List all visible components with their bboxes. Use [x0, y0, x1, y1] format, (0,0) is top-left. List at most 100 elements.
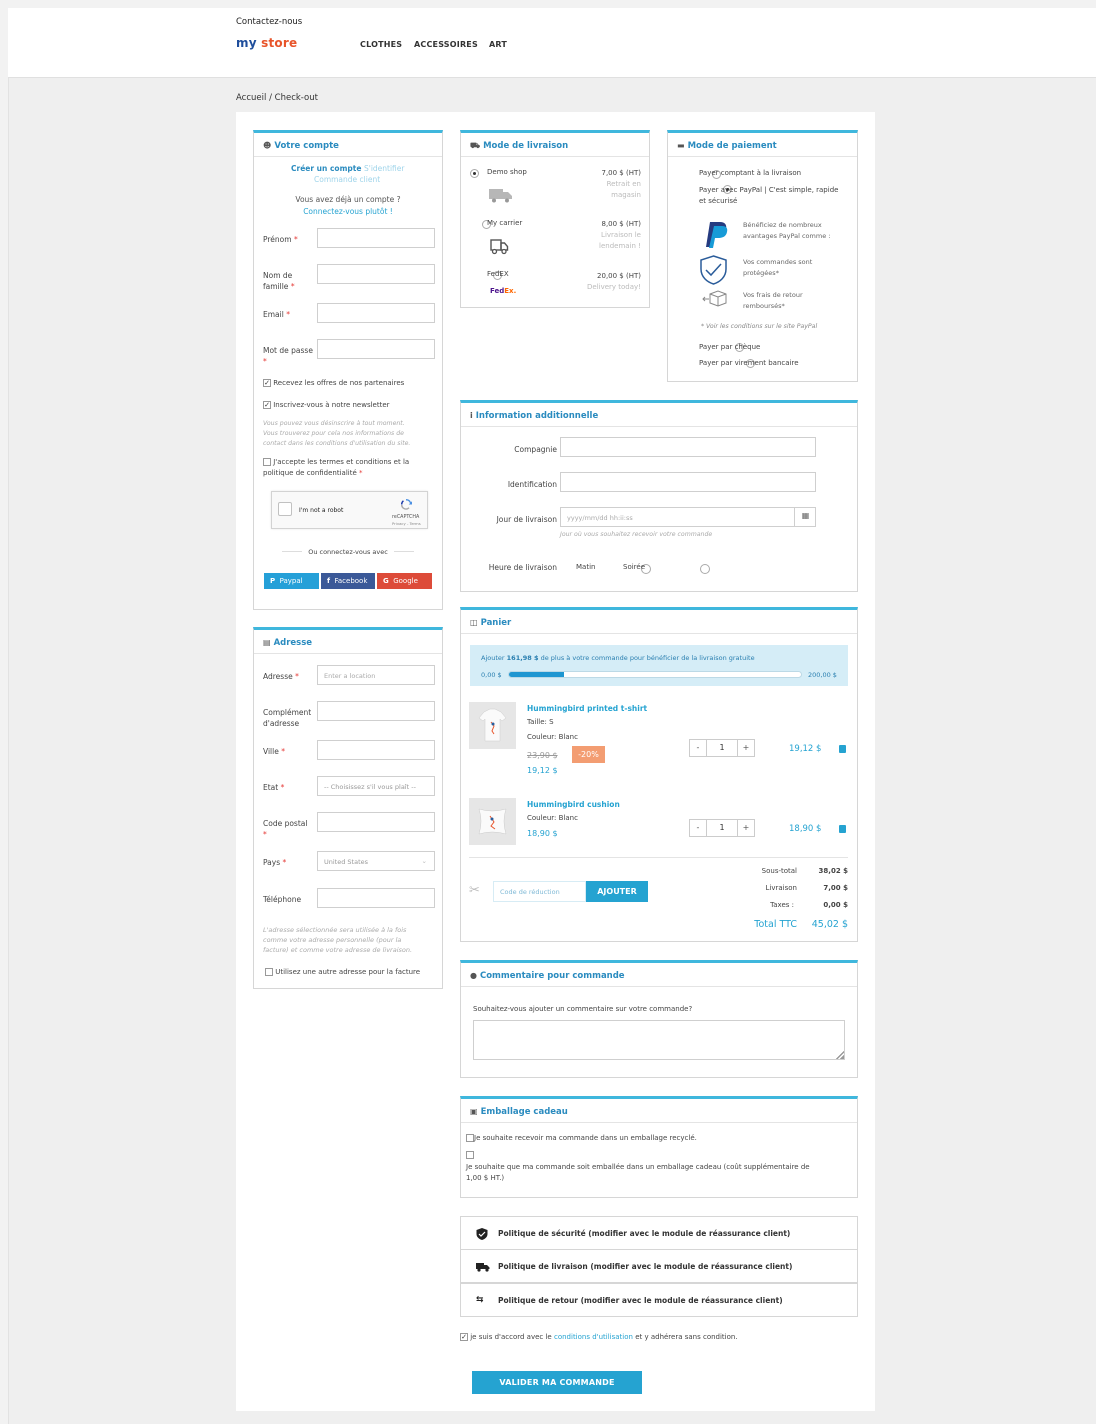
gift-wrap-label-line1: Je souhaite que ma commande soit emballé… [466, 1163, 810, 1171]
product-image-cushion[interactable] [469, 798, 516, 845]
phone-label: Téléphone [263, 895, 302, 904]
agree-text-post: et y adhérera sans condition. [635, 1333, 738, 1341]
facebook-login-button[interactable]: f Facebook [321, 573, 375, 589]
newsletter-checkbox[interactable]: ✓ [263, 401, 271, 409]
qty-plus-button[interactable]: + [738, 740, 754, 756]
carrier-name-fedex: FedEX [487, 270, 509, 278]
quantity-stepper-tshirt[interactable]: -1 + [689, 739, 755, 757]
terms-row: J'accepte les termes et conditions et la… [263, 457, 409, 479]
quantity-stepper-cushion[interactable]: -1 + [689, 819, 755, 837]
comment-card: ● Commentaire pour commande [460, 960, 858, 1078]
carrier-delay-demo-shop-line2: magasin [611, 191, 641, 199]
tab-create-account[interactable]: Créer un compte [291, 164, 361, 173]
lastname-input[interactable] [317, 264, 435, 284]
company-input[interactable] [560, 437, 816, 457]
account-title: Votre compte [274, 141, 339, 151]
carrier-delay-my-carrier-line1: Livraison le [601, 231, 641, 239]
optin-checkbox[interactable]: ✓ [263, 379, 271, 387]
resize-handle-icon[interactable] [836, 1051, 844, 1059]
terms-checkbox[interactable] [263, 458, 271, 466]
qty-plus-button[interactable]: + [738, 820, 754, 836]
recaptcha-checkbox[interactable] [278, 502, 292, 516]
tab-login[interactable]: S'identifier [364, 164, 404, 173]
identification-input[interactable] [560, 472, 816, 492]
nav-clothes[interactable]: CLOTHES [360, 40, 402, 49]
contact-link[interactable]: Contactez-nous [236, 17, 302, 27]
trash-icon[interactable] [839, 745, 846, 753]
delivery-truck-icon [489, 188, 513, 203]
or-connect-text: Ou connectez-vous avec [308, 548, 388, 556]
scissors-icon: ✂ [469, 883, 480, 898]
recycled-checkbox[interactable] [466, 1134, 474, 1142]
optin-row: ✓ Recevez les offres de nos partenaires [263, 379, 404, 387]
reassurance-security-text: Politique de sécurité (modifier avec le … [498, 1229, 791, 1238]
user-icon: ☻ [263, 141, 272, 150]
trash-icon[interactable] [839, 825, 846, 833]
state-select[interactable]: -- Choisissez s'il vous plaît -- [317, 776, 435, 796]
breadcrumb-home[interactable]: Accueil [236, 93, 266, 103]
store-logo[interactable]: my store [236, 36, 297, 50]
required-mark: * [295, 672, 299, 681]
address-note-line2: comme votre adresse personnelle (pour la [263, 936, 402, 944]
carrier-price-fedex: 20,00 $ (HT) [597, 272, 641, 280]
nav-accessoires[interactable]: ACCESSOIRES [414, 40, 478, 49]
reassurance-return-text: Politique de retour (modifier avec le mo… [498, 1296, 783, 1305]
other-invoice-checkbox[interactable] [265, 968, 273, 976]
address-note-line3: facture) et comme votre adresse de livra… [263, 946, 413, 954]
unsubscribe-note-line3: contact dans les conditions d'utilisatio… [263, 440, 411, 447]
carrier-radio-demo-shop[interactable] [470, 168, 479, 178]
place-order-button[interactable]: VALIDER MA COMMANDE [472, 1371, 642, 1394]
recaptcha-links[interactable]: Privacy - Terms [392, 521, 421, 526]
phone-input[interactable] [317, 888, 435, 908]
product-name-tshirt[interactable]: Hummingbird printed t-shirt [527, 704, 647, 713]
additional-info-title: Information additionnelle [475, 411, 599, 421]
delivery-day-input[interactable]: yyyy/mm/dd hh:ii:ss [560, 507, 816, 527]
optin-label: Recevez les offres de nos partenaires [273, 379, 405, 387]
voucher-add-button[interactable]: AJOUTER [586, 881, 648, 902]
paypal-benefit-3-line1: Vos frais de retour [743, 291, 803, 299]
firstname-label: Prénom * [263, 234, 298, 245]
paypal-login-button[interactable]: P Paypal [264, 573, 319, 589]
complement-input[interactable] [317, 701, 435, 721]
payment-label-cod: Payer comptant à la livraison [699, 169, 802, 177]
address-input[interactable]: Enter a location [317, 665, 435, 685]
qty-minus-button[interactable]: - [690, 740, 706, 756]
tab-guest[interactable]: Commande client [314, 175, 380, 184]
paypal-logo-icon [704, 221, 730, 249]
shipping-cost-label: Livraison [765, 884, 797, 892]
postcode-input[interactable] [317, 812, 435, 832]
paypal-benefit-3-line2: remboursés* [743, 302, 785, 310]
taxes-value: 0,00 $ [823, 901, 848, 909]
firstname-input[interactable] [317, 228, 435, 248]
qty-value[interactable]: 1 [706, 740, 738, 756]
country-select[interactable]: United States ⌄ [317, 851, 435, 871]
qty-minus-button[interactable]: - [690, 820, 706, 836]
delivery-time-label: Heure de livraison [488, 563, 557, 572]
calendar-icon[interactable]: ▦ [794, 507, 816, 527]
fedex-logo-ex: Ex. [504, 287, 517, 295]
address-title: Adresse [273, 638, 313, 648]
product-image-tshirt[interactable] [469, 702, 516, 749]
voucher-input[interactable]: Code de réduction [493, 881, 586, 902]
qty-value[interactable]: 1 [706, 820, 738, 836]
cart-divider [469, 857, 848, 858]
google-login-button[interactable]: G Google [377, 573, 432, 589]
comment-question: Souhaitez-vous ajouter un commentaire su… [473, 1005, 693, 1013]
nav-art[interactable]: ART [489, 40, 507, 49]
agree-checkbox[interactable]: ✓ [460, 1333, 468, 1341]
gift-wrap-checkbox[interactable] [466, 1151, 474, 1159]
carrier-info-my-carrier: 8,00 $ (HT) Livraison le lendemain ! [560, 219, 641, 252]
city-input[interactable] [317, 740, 435, 760]
email-input[interactable] [317, 303, 435, 323]
terms-link[interactable]: conditions d'utilisation [554, 1333, 633, 1341]
complement-label: Complément d'adresse [263, 707, 311, 729]
address-card-icon: ▤ [263, 638, 271, 647]
gift-icon: ▣ [470, 1107, 478, 1116]
gift-wrap-label-line2: 1,00 $ HT.) [466, 1174, 505, 1182]
password-input[interactable] [317, 339, 435, 359]
login-link[interactable]: Connectez-vous plutôt ! [253, 207, 443, 216]
comment-textarea[interactable] [473, 1020, 845, 1060]
chevron-down-icon: ⌄ [421, 857, 427, 865]
address-note: L'adresse sélectionnée sera utilisée à l… [263, 925, 439, 955]
product-name-cushion[interactable]: Hummingbird cushion [527, 800, 620, 809]
